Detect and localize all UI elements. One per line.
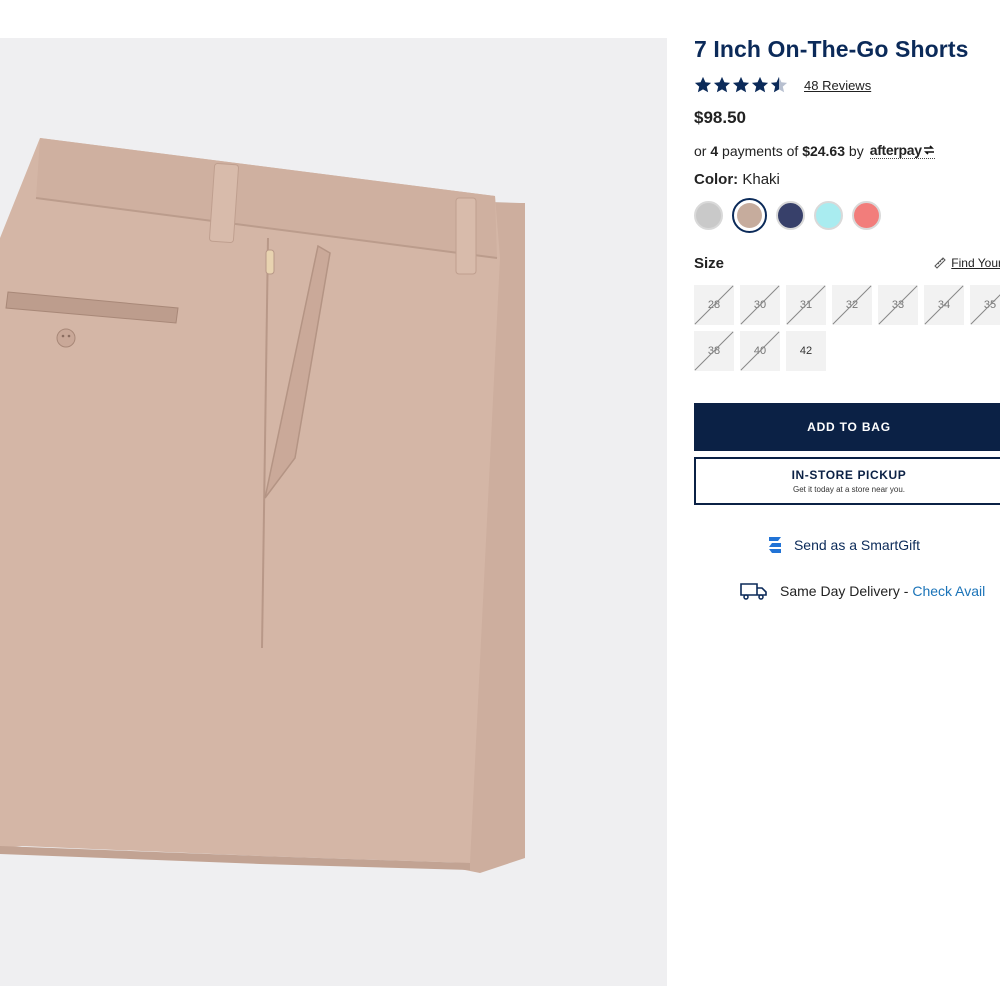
pickup-title: IN-STORE PICKUP bbox=[791, 468, 907, 482]
afterpay-message: or 4 payments of $24.63 by afterpay bbox=[694, 142, 1000, 159]
delivery-truck-icon bbox=[740, 583, 767, 600]
smartgift-link[interactable]: Send as a SmartGift bbox=[648, 535, 1000, 555]
afterpay-prefix: or bbox=[694, 142, 707, 159]
delivery-label: Same Day Delivery - bbox=[780, 583, 909, 599]
size-option-34[interactable]: 34 bbox=[924, 285, 964, 325]
half-star-icon bbox=[770, 76, 788, 93]
star-rating bbox=[694, 76, 788, 94]
afterpay-arrows-icon bbox=[923, 145, 934, 155]
size-option-31[interactable]: 31 bbox=[786, 285, 826, 325]
swatch-navy[interactable] bbox=[776, 201, 805, 230]
color-value: Khaki bbox=[742, 171, 780, 188]
same-day-delivery: Same Day Delivery - Check Avail bbox=[740, 582, 1000, 600]
swatch-grey[interactable] bbox=[694, 201, 723, 230]
find-your-fit-label: Find Your bbox=[951, 256, 1000, 270]
swatch-coral[interactable] bbox=[852, 201, 881, 230]
afterpay-middle: payments of bbox=[722, 142, 799, 159]
size-option-38[interactable]: 38 bbox=[694, 331, 734, 371]
star-icon bbox=[713, 76, 731, 93]
size-options: 28 30 31 32 33 34 35 38 40 42 bbox=[694, 285, 1000, 371]
size-option-33[interactable]: 33 bbox=[878, 285, 918, 325]
afterpay-amount: $24.63 bbox=[802, 142, 846, 159]
smartgift-icon bbox=[768, 537, 781, 553]
star-icon bbox=[694, 76, 712, 93]
star-icon bbox=[732, 76, 750, 93]
check-availability-link[interactable]: Check Avail bbox=[912, 583, 985, 599]
afterpay-logo[interactable]: afterpay bbox=[869, 142, 935, 159]
product-title: 7 Inch On-The-Go Shorts bbox=[694, 36, 969, 62]
price: $98.50 bbox=[694, 108, 746, 127]
rating-row[interactable]: 48 Reviews bbox=[694, 75, 1000, 95]
shorts-photo bbox=[0, 138, 525, 873]
swatch-aqua[interactable] bbox=[814, 201, 843, 230]
color-label: Color: bbox=[694, 171, 739, 188]
afterpay-brand: afterpay bbox=[869, 142, 922, 158]
star-icon bbox=[751, 76, 769, 93]
smartgift-label: Send as a SmartGift bbox=[793, 537, 921, 553]
size-option-32[interactable]: 32 bbox=[832, 285, 872, 325]
reviews-link[interactable]: 48 Reviews bbox=[804, 78, 871, 93]
product-image[interactable] bbox=[0, 38, 667, 986]
swatch-khaki[interactable] bbox=[732, 198, 767, 233]
size-label: Size bbox=[694, 254, 725, 272]
afterpay-suffix: by bbox=[848, 142, 864, 159]
in-store-pickup-button[interactable]: IN-STORE PICKUP Get it today at a store … bbox=[694, 457, 1000, 505]
add-to-bag-button[interactable]: ADD TO BAG bbox=[694, 403, 1000, 451]
color-swatches bbox=[694, 198, 1000, 233]
size-header: Size Find Your bbox=[694, 253, 1000, 273]
size-option-35[interactable]: 35 bbox=[970, 285, 1000, 325]
size-option-30[interactable]: 30 bbox=[740, 285, 780, 325]
product-details: 7 Inch On-The-Go Shorts 48 Reviews $98.5… bbox=[694, 36, 1000, 600]
size-option-28[interactable]: 28 bbox=[694, 285, 734, 325]
pickup-subtitle: Get it today at a store near you. bbox=[792, 485, 906, 494]
afterpay-installments: 4 bbox=[710, 142, 719, 159]
find-your-fit-link[interactable]: Find Your bbox=[933, 256, 1000, 270]
size-option-42[interactable]: 42 bbox=[786, 331, 826, 371]
size-option-40[interactable]: 40 bbox=[740, 331, 780, 371]
color-label-row: Color: Khaki bbox=[694, 171, 1000, 188]
ruler-icon bbox=[934, 257, 946, 269]
